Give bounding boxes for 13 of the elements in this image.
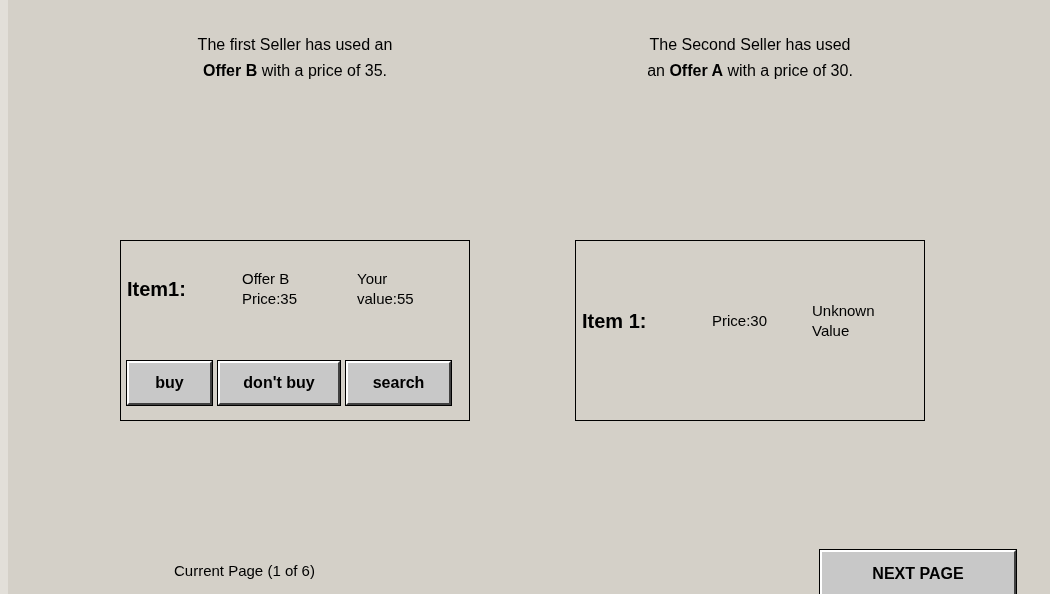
choice-button[interactable]: buy xyxy=(127,361,212,405)
item-value: Unknown Value xyxy=(812,301,875,341)
item-price: Offer B Price:35 xyxy=(242,269,299,309)
choice-button[interactable]: search xyxy=(346,361,451,405)
item-price: Price:30 xyxy=(712,311,769,331)
item-value: Your value:55 xyxy=(357,269,414,309)
item-label: Item1: xyxy=(127,277,187,301)
next-page-button[interactable]: NEXT PAGE xyxy=(820,550,1016,594)
page-indicator: Current Page (1 of 6) xyxy=(174,562,315,579)
item-label: Item 1: xyxy=(582,309,648,333)
seller-message: The Second Seller has used an Offer A with a price of 30. xyxy=(646,35,854,81)
choice-button[interactable]: don't buy xyxy=(218,361,340,405)
seller-message: The first Seller has used an Offer B with a price of 35. xyxy=(196,35,394,81)
